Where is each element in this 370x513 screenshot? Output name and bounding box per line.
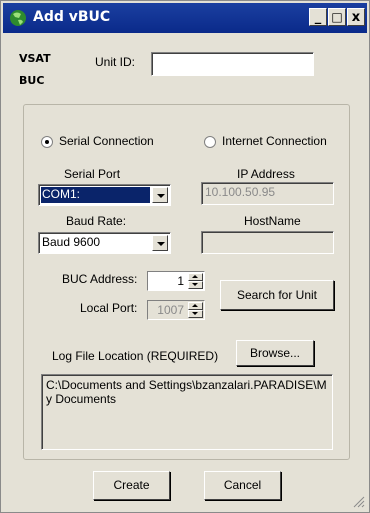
add-vbuc-dialog: Add vBUC _ □ x VSAT BUC Unit ID: Serial …	[0, 0, 370, 513]
spin-up-icon[interactable]	[188, 273, 203, 281]
cancel-button[interactable]: Cancel	[204, 471, 281, 500]
unit-id-label: Unit ID:	[95, 55, 136, 69]
serial-connection-radio[interactable]	[41, 136, 53, 148]
baud-rate-label: Baud Rate:	[66, 214, 127, 228]
log-file-location-label: Log File Location (REQUIRED)	[52, 349, 219, 363]
spin-down-icon[interactable]	[188, 310, 203, 318]
window-title: Add vBUC	[33, 9, 111, 25]
serial-port-label: Serial Port	[64, 167, 121, 181]
browse-button[interactable]: Browse...	[236, 340, 314, 366]
serial-port-select[interactable]: COM1:	[38, 184, 171, 206]
ip-address-input[interactable]: 10.100.50.95	[201, 182, 334, 205]
baud-rate-select[interactable]: Baud 9600	[38, 232, 171, 254]
chevron-down-icon[interactable]	[152, 235, 168, 251]
create-button[interactable]: Create	[93, 471, 170, 500]
title-bar[interactable]: Add vBUC _ □ x	[3, 3, 367, 33]
chevron-down-icon[interactable]	[152, 187, 168, 203]
resize-grip-icon[interactable]	[351, 494, 365, 508]
serial-connection-label[interactable]: Serial Connection	[59, 134, 154, 148]
search-for-unit-button[interactable]: Search for Unit	[220, 280, 334, 310]
buc-address-value: 1	[177, 274, 184, 288]
local-port-value: 1007	[157, 303, 184, 317]
logo-line-2: BUC	[19, 74, 45, 87]
buc-address-label: BUC Address:	[62, 272, 138, 286]
log-file-path-field[interactable]: C:\Documents and Settings\bzanzalari.PAR…	[41, 374, 333, 450]
buc-address-stepper[interactable]: 1	[147, 271, 205, 291]
logo-line-1: VSAT	[19, 52, 51, 65]
spin-down-icon[interactable]	[188, 281, 203, 289]
internet-connection-radio[interactable]	[204, 136, 216, 148]
ip-address-label: IP Address	[237, 167, 295, 181]
local-port-stepper[interactable]: 1007	[147, 300, 205, 320]
local-port-label: Local Port:	[80, 301, 138, 315]
vsat-buc-logo: VSAT BUC	[19, 51, 51, 89]
unit-id-input[interactable]	[151, 52, 314, 76]
maximize-button[interactable]: □	[328, 8, 346, 26]
hostname-input[interactable]	[201, 231, 334, 254]
spin-up-icon[interactable]	[188, 302, 203, 310]
close-button[interactable]: x	[347, 8, 365, 26]
app-globe-icon	[10, 10, 26, 26]
radio-selected-dot	[45, 140, 49, 144]
minimize-button[interactable]: _	[309, 8, 327, 26]
serial-port-value: COM1:	[41, 187, 150, 203]
baud-rate-value: Baud 9600	[42, 235, 101, 249]
hostname-label: HostName	[244, 214, 301, 228]
internet-connection-label[interactable]: Internet Connection	[222, 134, 327, 148]
